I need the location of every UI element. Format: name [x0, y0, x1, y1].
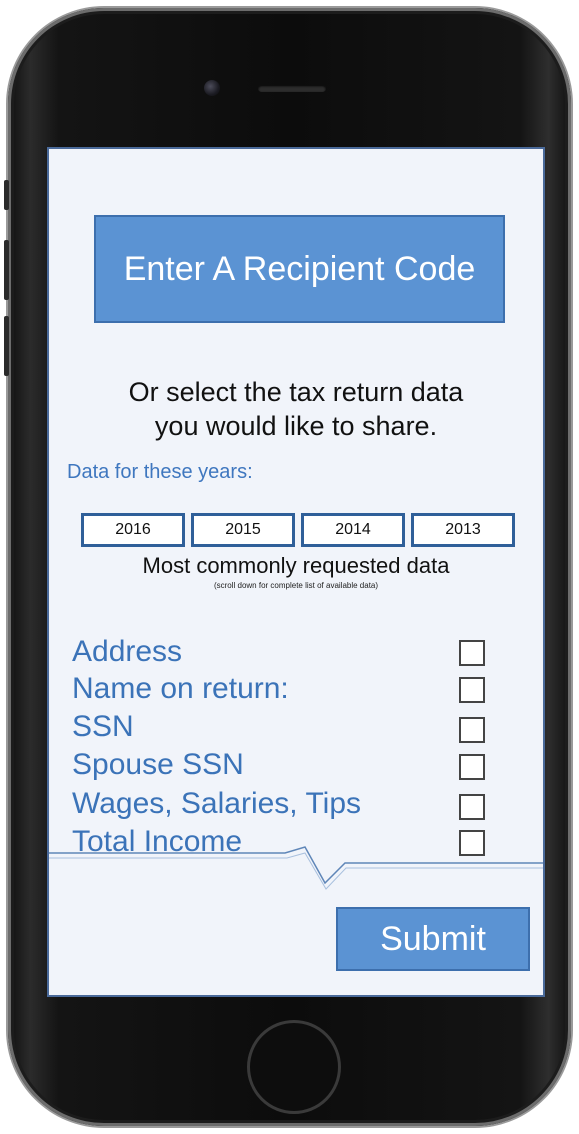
home-button[interactable] — [247, 1020, 341, 1114]
common-data-heading: Most commonly requested data — [142, 553, 450, 578]
checkbox-wages[interactable] — [459, 794, 485, 820]
instructions-text: Or select the tax return data you would … — [49, 375, 543, 443]
app-screen: Enter A Recipient Code Or select the tax… — [47, 147, 545, 997]
field-label-address: Address — [72, 635, 183, 668]
year-button-2016[interactable]: 2016 — [81, 513, 185, 547]
front-camera-icon — [204, 80, 220, 96]
year-button-2015[interactable]: 2015 — [191, 513, 295, 547]
submit-button-label: Submit — [380, 919, 486, 958]
year-selector: 2016 2015 2014 2013 — [81, 513, 517, 547]
checkbox-spouse-ssn[interactable] — [459, 754, 485, 780]
field-label-name-on-return: Name on return: — [72, 672, 289, 705]
scroll-break-line — [49, 846, 543, 890]
checkbox-address[interactable] — [459, 640, 485, 666]
volume-up-button — [4, 240, 9, 300]
volume-down-button — [4, 316, 9, 376]
field-label-wages: Wages, Salaries, Tips — [72, 787, 361, 820]
years-label: Data for these years: — [67, 461, 253, 483]
enter-recipient-code-button[interactable]: Enter A Recipient Code — [94, 215, 505, 323]
instructions-line-2: you would like to share. — [154, 411, 438, 441]
instructions-line-1: Or select the tax return data — [128, 377, 464, 407]
checkbox-ssn[interactable] — [459, 717, 485, 743]
field-label-spouse-ssn: Spouse SSN — [72, 748, 244, 781]
recipient-button-label: Enter A Recipient Code — [123, 250, 476, 288]
speaker-grille — [258, 85, 326, 92]
checkbox-name-on-return[interactable] — [459, 677, 485, 703]
year-button-2013[interactable]: 2013 — [411, 513, 515, 547]
scroll-note: (scroll down for complete list of availa… — [213, 581, 379, 590]
field-label-ssn: SSN — [72, 710, 134, 743]
year-button-2014[interactable]: 2014 — [301, 513, 405, 547]
mute-switch — [4, 180, 9, 210]
submit-button[interactable]: Submit — [336, 907, 530, 971]
